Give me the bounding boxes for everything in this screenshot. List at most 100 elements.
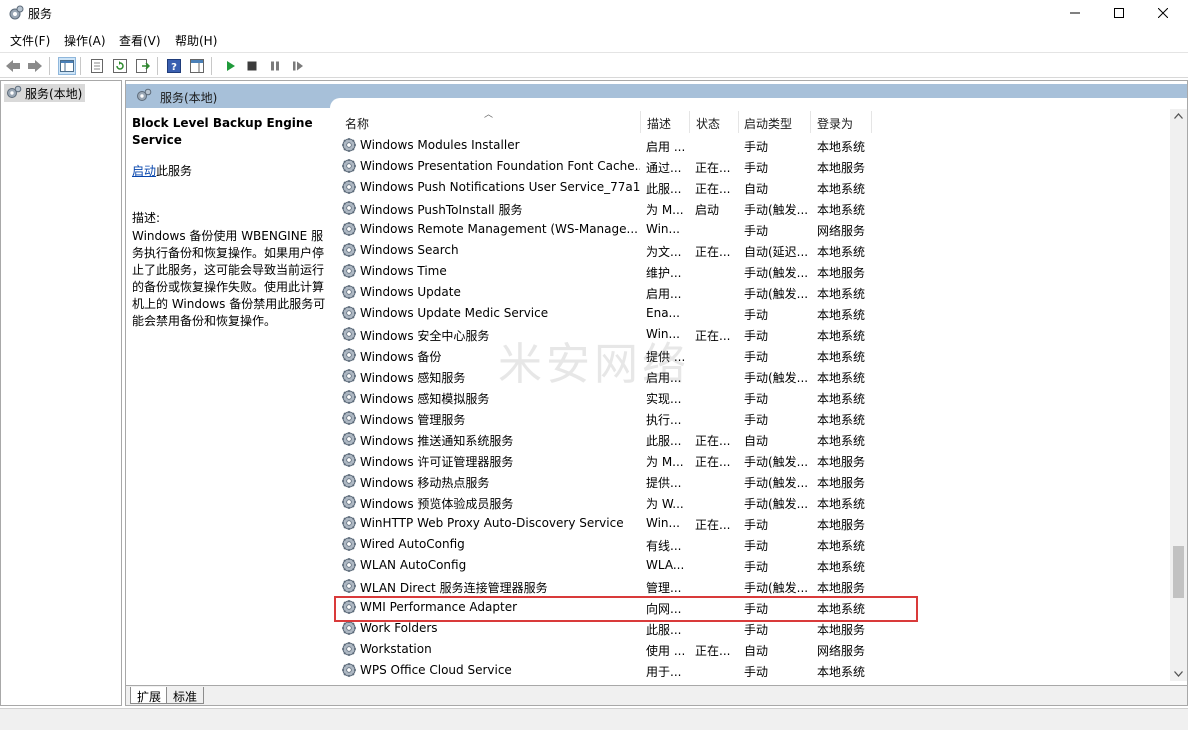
toolbar-separator [211,57,212,75]
service-startup-type: 手动 [744,140,769,154]
show-hide-action-pane-button[interactable] [188,57,206,75]
scroll-down-icon[interactable] [1174,671,1183,677]
service-name: Windows PushToInstall 服务 [360,203,523,217]
service-name: Windows 管理服务 [360,413,466,427]
services-app-icon [8,5,24,21]
service-row[interactable]: Windows 推送通知系统服务 此服... 正在... 自动 本地系统 [334,429,1170,450]
service-row[interactable]: Windows Time 维护... 手动(触发... 本地服务 [334,261,1170,282]
service-status: 正在... [695,644,731,658]
service-log-on-as: 本地系统 [817,203,866,217]
service-row[interactable]: WPS Office Cloud Service 用于... 手动 本地系统 [334,660,1170,681]
tab-standard[interactable]: 标准 [166,687,205,704]
forward-icon [28,60,42,72]
tab-extended[interactable]: 扩展 [130,687,169,704]
service-log-on-as: 本地系统 [817,371,866,385]
service-log-on-as: 本地系统 [817,329,866,343]
back-button[interactable] [4,57,22,75]
service-row[interactable]: WLAN Direct 服务连接管理器服务 管理... 手动(触发... 本地服务 [334,576,1170,597]
vertical-scrollbar[interactable] [1170,109,1187,681]
service-row[interactable]: WinHTTP Web Proxy Auto-Discovery Service… [334,513,1170,534]
close-button[interactable] [1140,0,1186,26]
service-row[interactable]: Windows 预览体验成员服务 为 W... 手动(触发... 本地系统 [334,492,1170,513]
service-row[interactable]: Windows PushToInstall 服务 为 M... 启动 手动(触发...… [334,198,1170,219]
service-name: Windows 许可证管理器服务 [360,455,514,469]
service-row[interactable]: WMI Performance Adapter 向网... 手动 本地系统 [334,597,1170,618]
column-divider[interactable] [689,111,690,133]
help-button[interactable]: ? [165,57,183,75]
service-row[interactable]: Workstation 使用 ... 正在... 自动 网络服务 [334,639,1170,660]
menu-help[interactable]: 帮助(H) [175,32,217,49]
service-startup-type: 自动 [744,644,769,658]
properties-button[interactable] [88,57,106,75]
export-list-button[interactable] [134,57,152,75]
service-row[interactable]: Windows 备份 提供 ... 手动 本地系统 [334,345,1170,366]
service-status: 正在... [695,245,731,259]
refresh-button[interactable] [111,57,129,75]
service-name: Wired AutoConfig [360,537,465,551]
service-log-on-as: 本地服务 [817,518,866,532]
column-header-description[interactable]: 描述 [647,115,671,132]
service-name: WMI Performance Adapter [360,600,518,614]
service-name: Windows 备份 [360,350,442,364]
column-header-status[interactable]: 状态 [696,115,720,132]
start-service-link[interactable]: 启动 [132,164,156,178]
service-row[interactable]: Windows Presentation Foundation Font Cac… [334,156,1170,177]
tree-item-services-local[interactable]: 服务(本地) [4,84,86,102]
service-row[interactable]: Windows Modules Installer 启用 ... 手动 本地系统 [334,135,1170,156]
service-row[interactable]: Windows Update Medic Service Ena... 手动 本地系统 [334,303,1170,324]
service-gear-icon [341,326,357,342]
service-startup-type: 手动 [744,161,769,175]
column-header-name[interactable]: 名称 [345,115,369,132]
column-header-startup-type[interactable]: 启动类型 [744,115,792,132]
scroll-up-icon[interactable] [1174,113,1183,119]
service-row[interactable]: Windows 感知模拟服务 实现... 手动 本地系统 [334,387,1170,408]
menu-bar: 文件(F) 操作(A) 查看(V) 帮助(H) [0,28,1188,50]
stop-service-icon [247,61,257,71]
show-hide-console-tree-icon [60,60,74,72]
service-row[interactable]: Windows Push Notifications User Service_… [334,177,1170,198]
close-icon [1158,8,1168,18]
column-divider[interactable] [738,111,739,133]
service-gear-icon [341,557,357,573]
service-gear-icon [341,599,357,615]
menu-file[interactable]: 文件(F) [10,32,50,49]
service-row[interactable]: Windows 安全中心服务 Win... 正在... 手动 本地系统 [334,324,1170,345]
service-gear-icon [341,494,357,510]
pause-service-button[interactable] [266,57,284,75]
column-header-log-on-as[interactable]: 登录为 [817,115,853,132]
start-service-button[interactable] [221,57,239,75]
service-row[interactable]: Work Folders 此服... 手动 本地服务 [334,618,1170,639]
service-description-cell: WLA... [646,558,685,572]
restart-service-button[interactable] [289,57,307,75]
service-row[interactable]: Windows 感知服务 启用... 手动(触发... 本地系统 [334,366,1170,387]
stop-service-button[interactable] [243,57,261,75]
minimize-button[interactable] [1052,0,1098,26]
toolbar-separator [157,57,158,75]
maximize-button[interactable] [1096,0,1142,26]
service-name: Windows 感知服务 [360,371,466,385]
show-hide-console-tree-button[interactable] [58,57,76,75]
service-row[interactable]: Wired AutoConfig 有线... 手动 本地系统 [334,534,1170,555]
service-row[interactable]: Windows Update 启用... 手动(触发... 本地系统 [334,282,1170,303]
service-name: Windows 推送通知系统服务 [360,434,514,448]
menu-action[interactable]: 操作(A) [64,32,106,49]
service-row[interactable]: Windows 管理服务 执行... 手动 本地系统 [334,408,1170,429]
forward-button[interactable] [26,57,44,75]
properties-icon [91,59,103,73]
service-row[interactable]: Windows 许可证管理器服务 为 M... 正在... 手动(触发... 本地服务 [334,450,1170,471]
service-row[interactable]: WLAN AutoConfig WLA... 手动 本地系统 [334,555,1170,576]
service-description-cell: 执行... [646,413,682,427]
service-row[interactable]: Windows Search 为文... 正在... 自动(延迟... 本地系统 [334,240,1170,261]
service-gear-icon [341,347,357,363]
service-name: WLAN AutoConfig [360,558,467,572]
service-description: Windows 备份使用 WBENGINE 服务执行备份和恢复操作。如果用户停止… [132,229,326,328]
service-startup-type: 手动 [744,308,769,322]
column-divider[interactable] [810,111,811,133]
service-row[interactable]: Windows 移动热点服务 提供... 手动(触发... 本地服务 [334,471,1170,492]
column-divider[interactable] [871,111,872,133]
service-row[interactable]: Windows Remote Management (WS-Manage... W… [334,219,1170,240]
scrollbar-thumb[interactable] [1173,546,1184,598]
menu-view[interactable]: 查看(V) [119,32,161,49]
column-divider[interactable] [640,111,641,133]
service-startup-type: 手动 [744,413,769,427]
